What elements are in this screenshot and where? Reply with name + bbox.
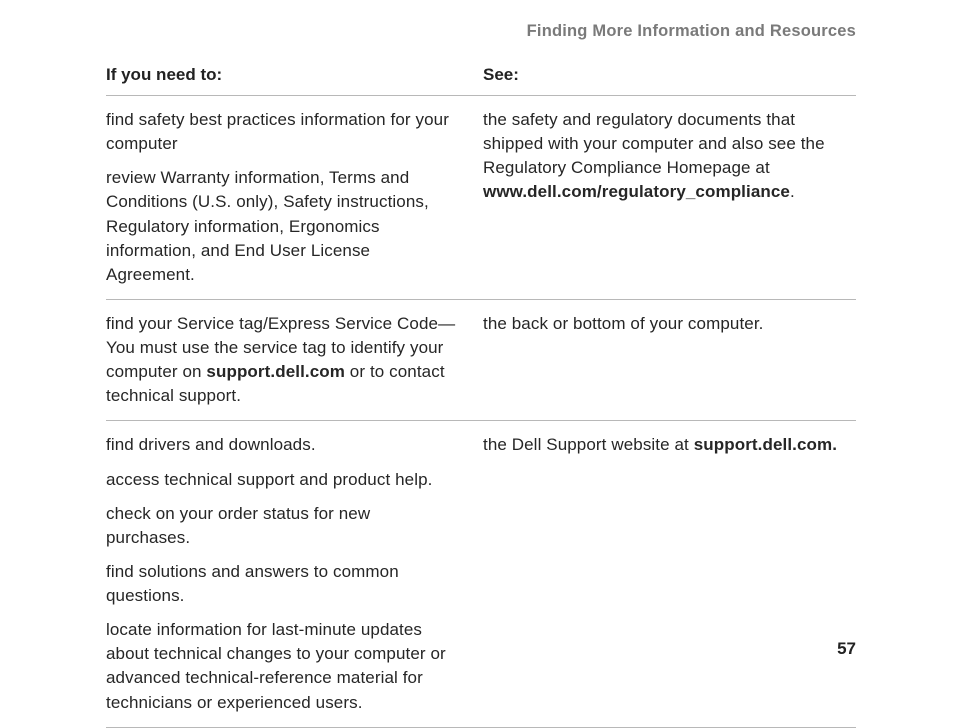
table-row: find safety best practices information f… [106, 96, 856, 300]
see-back-bottom: the back or bottom of your computer. [483, 312, 856, 336]
need-updates: locate information for last-minute updat… [106, 618, 459, 715]
table-row: find your Service tag/Express Service Co… [106, 299, 856, 421]
section-header: Finding More Information and Resources [106, 22, 856, 41]
need-drivers: find drivers and downloads. [106, 433, 459, 457]
regulatory-url: www.dell.com/regulatory_compliance [483, 182, 790, 201]
need-warranty-info: review Warranty information, Terms and C… [106, 166, 459, 287]
see-regulatory-docs: the safety and regulatory documents that… [483, 108, 856, 205]
cell-see-row1: the safety and regulatory documents that… [481, 96, 856, 300]
info-resources-table: If you need to: See: find safety best pr… [106, 65, 856, 728]
cell-need-row2: find your Service tag/Express Service Co… [106, 299, 481, 421]
need-service-tag: find your Service tag/Express Service Co… [106, 312, 459, 409]
page-number: 57 [837, 639, 856, 659]
column-header-need: If you need to: [106, 65, 481, 96]
column-header-see: See: [481, 65, 856, 96]
support-url-bold: support.dell.com. [694, 435, 837, 454]
need-faq: find solutions and answers to common que… [106, 560, 459, 608]
cell-need-row1: find safety best practices information f… [106, 96, 481, 300]
see-support-site: the Dell Support website at support.dell… [483, 433, 856, 457]
see-regulatory-suffix: . [790, 182, 795, 201]
need-safety-practices: find safety best practices information f… [106, 108, 459, 156]
cell-see-row2: the back or bottom of your computer. [481, 299, 856, 421]
need-order-status: check on your order status for new purch… [106, 502, 459, 550]
support-url-inline: support.dell.com [206, 362, 345, 381]
cell-see-row3: the Dell Support website at support.dell… [481, 421, 856, 727]
see-regulatory-prefix: the safety and regulatory documents that… [483, 110, 825, 177]
support-site-prefix: the Dell Support website at [483, 435, 694, 454]
cell-need-row3: find drivers and downloads. access techn… [106, 421, 481, 727]
table-row: find drivers and downloads. access techn… [106, 421, 856, 727]
need-tech-support: access technical support and product hel… [106, 468, 459, 492]
